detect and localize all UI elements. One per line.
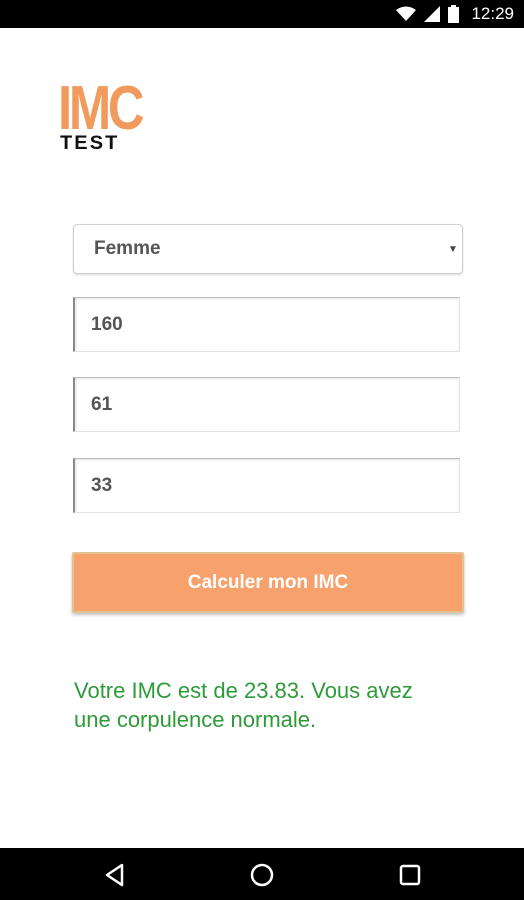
back-icon[interactable] [102,862,128,888]
result-text: Votre IMC est de 23.83. Vous avez une co… [74,678,413,732]
calculate-button[interactable]: Calculer mon IMC [72,552,464,613]
home-icon[interactable] [249,862,275,888]
app-logo: IMC TEST [58,78,150,154]
weight-input[interactable]: 61 [73,377,460,432]
weight-input-value: 61 [91,393,113,415]
height-input[interactable]: 160 [73,297,460,352]
signal-icon [424,6,441,22]
wifi-icon [396,6,417,22]
status-bar: 12:29 [0,0,524,28]
recent-apps-icon[interactable] [397,862,423,888]
age-input[interactable]: 33 [73,458,460,513]
battery-icon [448,5,460,23]
app-screen: 12:29 IMC TEST Femme ▼ 160 61 33 Calcule… [0,0,524,900]
status-time: 12:29 [471,4,514,23]
age-input-value: 33 [91,474,113,496]
navigation-bar [0,848,524,900]
logo-title: IMC [58,74,145,143]
gender-select-value: Femme [94,238,161,259]
dropdown-arrow-icon: ▼ [448,243,458,255]
status-icons: 12:29 [396,0,514,28]
height-input-value: 160 [91,313,123,335]
logo-subtitle: TEST [60,133,120,154]
gender-select[interactable]: Femme ▼ [73,224,463,274]
